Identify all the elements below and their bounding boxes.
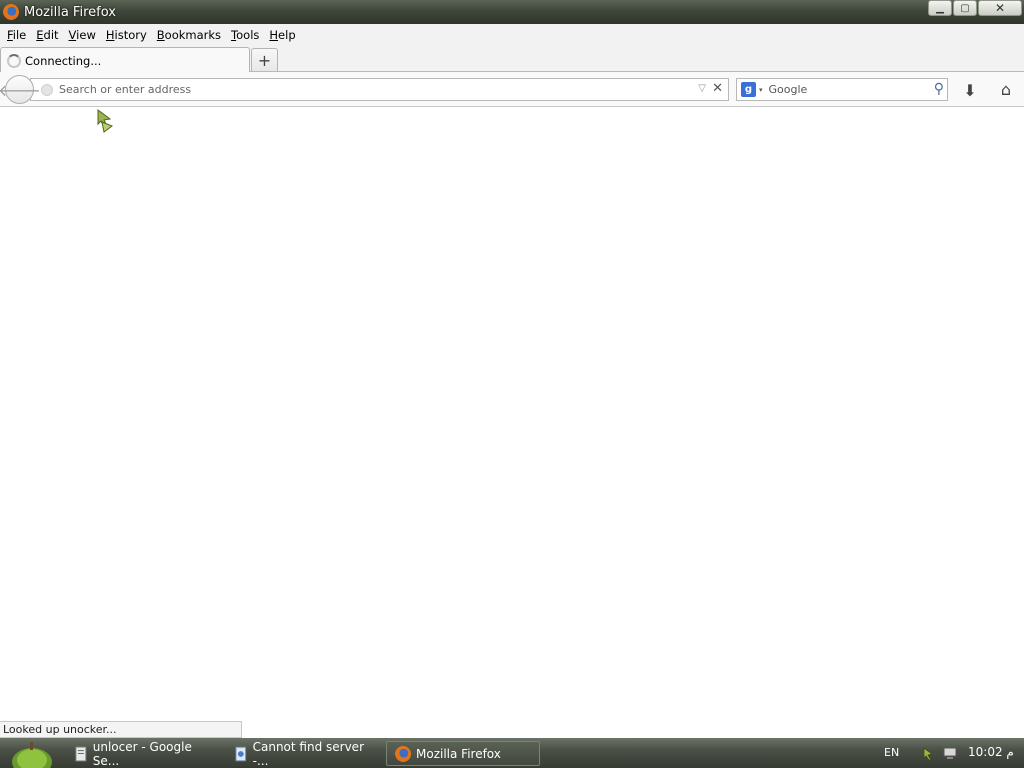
plus-icon: + bbox=[257, 50, 272, 70]
document-icon bbox=[75, 746, 87, 761]
taskbar-item-mozilla-firefox[interactable]: Mozilla Firefox bbox=[386, 741, 540, 766]
taskbar: unlocer - Google Se... Cannot find serve… bbox=[0, 738, 1024, 768]
navigation-toolbar: 🡐 ▽ ✕ g ▾ ⚲ ⬇ ⌂ bbox=[0, 72, 1024, 107]
new-tab-button[interactable]: + bbox=[251, 48, 278, 71]
back-arrow-icon: 🡐 bbox=[0, 80, 41, 100]
url-input[interactable] bbox=[59, 83, 679, 96]
download-arrow-icon: ⬇ bbox=[963, 80, 977, 100]
tab-strip: Connecting... + bbox=[0, 45, 1024, 73]
menu-bookmarks-label: ookmarks bbox=[164, 27, 222, 42]
menu-edit-accel: E bbox=[36, 27, 44, 42]
search-input[interactable] bbox=[768, 83, 919, 96]
stop-icon[interactable]: ✕ bbox=[712, 81, 723, 96]
menu-history-accel: H bbox=[105, 27, 115, 42]
menu-help-label: elp bbox=[278, 27, 296, 42]
menu-bookmarks-accel: B bbox=[156, 27, 165, 42]
start-button[interactable] bbox=[4, 740, 62, 768]
maximize-button[interactable]: ▢ bbox=[953, 0, 977, 16]
menu-file[interactable]: File bbox=[2, 28, 31, 42]
menu-view-label: iew bbox=[76, 27, 96, 42]
maximize-icon: ▢ bbox=[960, 2, 970, 14]
history-dropmarker-icon[interactable]: ▽ bbox=[698, 83, 706, 94]
tab-connecting[interactable]: Connecting... bbox=[0, 47, 250, 73]
close-icon: ✕ bbox=[994, 1, 1006, 15]
firefox-logo-icon bbox=[3, 4, 19, 20]
language-indicator[interactable]: EN bbox=[884, 746, 899, 759]
window-title: Mozilla Firefox bbox=[24, 4, 116, 20]
home-button[interactable]: ⌂ bbox=[996, 79, 1016, 99]
engine-dropdown-icon[interactable]: ▾ bbox=[759, 86, 763, 94]
google-engine-icon[interactable]: g bbox=[741, 82, 756, 97]
search-bar[interactable]: g ▾ ⚲ bbox=[736, 78, 948, 101]
menu-view[interactable]: View bbox=[64, 28, 101, 42]
taskbar-item-label: Mozilla Firefox bbox=[416, 746, 501, 761]
title-bar[interactable]: Mozilla Firefox ▁ ▢ ✕ bbox=[0, 0, 1024, 24]
downloads-button[interactable]: ⬇ bbox=[960, 80, 980, 100]
site-identity-icon[interactable] bbox=[41, 83, 53, 96]
menu-history[interactable]: History bbox=[101, 28, 152, 42]
back-button[interactable]: 🡐 bbox=[0, 75, 41, 104]
menu-edit-label: dit bbox=[43, 27, 59, 42]
taskbar-item-label: unlocer - Google Se... bbox=[92, 739, 192, 768]
menu-help[interactable]: Help bbox=[264, 28, 300, 42]
network-tray-icon[interactable] bbox=[922, 745, 938, 761]
loading-spinner-icon bbox=[7, 53, 21, 68]
taskbar-item-google-search[interactable]: unlocer - Google Se... bbox=[70, 739, 220, 768]
home-icon: ⌂ bbox=[1000, 79, 1012, 99]
menu-file-label: ile bbox=[12, 27, 27, 42]
close-button[interactable]: ✕ bbox=[978, 0, 1022, 16]
window-controls: ▁ ▢ ✕ bbox=[928, 0, 1022, 16]
tab-label: Connecting... bbox=[25, 53, 102, 68]
computer-tray-icon[interactable] bbox=[942, 745, 958, 761]
page-content-area[interactable] bbox=[0, 108, 1024, 738]
menu-history-label: istory bbox=[114, 27, 147, 42]
menu-bar: File Edit View History Bookmarks Tools H… bbox=[0, 24, 1024, 45]
ie-page-icon bbox=[235, 746, 247, 761]
menu-edit[interactable]: Edit bbox=[31, 28, 63, 42]
magnifier-search-icon[interactable]: ⚲ bbox=[934, 81, 944, 97]
menu-tools-label: ools bbox=[236, 27, 260, 42]
minimize-icon: ▁ bbox=[936, 2, 944, 14]
menu-help-accel: H bbox=[269, 27, 279, 42]
system-clock[interactable]: 10:02 م bbox=[968, 745, 1014, 759]
status-panel: Looked up unocker... bbox=[0, 721, 242, 738]
taskbar-item-label: Cannot find server -... bbox=[252, 739, 364, 768]
menu-bookmarks[interactable]: Bookmarks bbox=[152, 28, 226, 42]
address-bar[interactable]: ▽ ✕ bbox=[30, 78, 729, 101]
minimize-button[interactable]: ▁ bbox=[928, 0, 952, 16]
firefox-logo-icon bbox=[395, 745, 411, 762]
menu-tools[interactable]: Tools bbox=[226, 28, 264, 42]
taskbar-item-cannot-find-server[interactable]: Cannot find server -... bbox=[230, 739, 380, 768]
mouse-cursor-icon bbox=[97, 109, 114, 133]
